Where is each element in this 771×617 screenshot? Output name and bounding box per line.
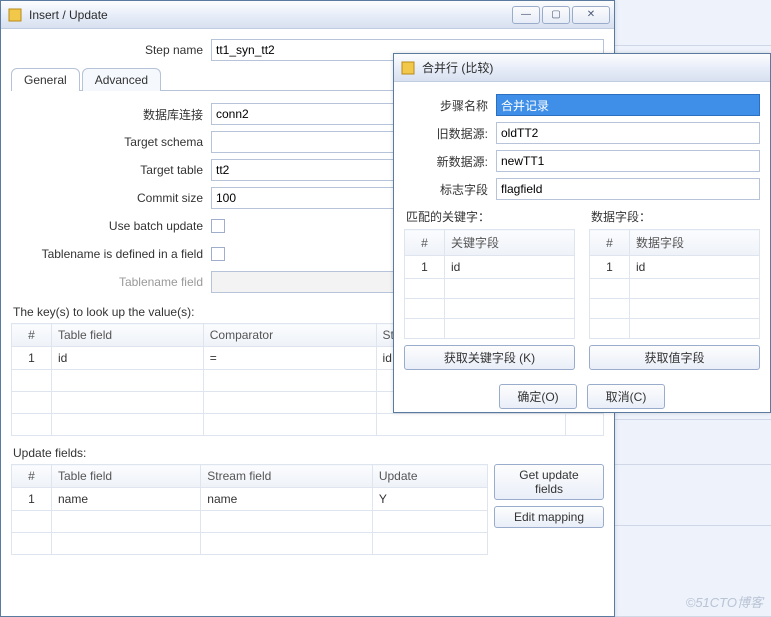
data-fields-label: 数据字段： (591, 208, 760, 225)
commit-size-label: Commit size (11, 191, 211, 205)
tablename-field-label: Tablename field (11, 275, 211, 289)
tablename-in-field-label: Tablename is defined in a field (11, 247, 211, 261)
match-col-keyfield[interactable]: 关键字段 (445, 230, 575, 256)
get-update-fields-button[interactable]: Get update fields (494, 464, 604, 500)
match-fields-label: 匹配的关键字： (406, 208, 575, 225)
table-row[interactable] (12, 511, 488, 533)
merge-step-name-label: 步骤名称 (404, 97, 496, 114)
old-src-input[interactable] (496, 122, 760, 144)
update-col-tablefield[interactable]: Table field (52, 465, 201, 488)
table-row[interactable] (590, 319, 760, 339)
update-col-update[interactable]: Update (372, 465, 487, 488)
maximize-button[interactable]: ▢ (542, 6, 570, 24)
key-col-comparator[interactable]: Comparator (203, 324, 376, 347)
flag-field-label: 标志字段 (404, 181, 496, 198)
table-row[interactable] (405, 319, 575, 339)
close-button[interactable]: ✕ (572, 6, 610, 24)
flag-field-input[interactable] (496, 178, 760, 200)
get-value-fields-button[interactable]: 获取值字段 (589, 345, 760, 370)
table-row[interactable]: 1 id (405, 256, 575, 279)
data-col-datafield[interactable]: 数据字段 (630, 230, 760, 256)
cancel-button[interactable]: 取消(C) (587, 384, 665, 409)
update-col-streamfield[interactable]: Stream field (201, 465, 373, 488)
table-row[interactable] (12, 533, 488, 555)
tablename-in-field-checkbox[interactable] (211, 247, 225, 261)
update-col-num[interactable]: # (12, 465, 52, 488)
insert-update-titlebar[interactable]: Insert / Update — ▢ ✕ (1, 1, 614, 29)
table-row[interactable] (590, 299, 760, 319)
ok-button[interactable]: 确定(O) (499, 384, 577, 409)
new-src-input[interactable] (496, 150, 760, 172)
match-col-num[interactable]: # (405, 230, 445, 256)
app-icon (400, 60, 416, 76)
tab-advanced[interactable]: Advanced (82, 68, 161, 91)
step-name-label: Step name (11, 43, 211, 57)
app-icon (7, 7, 23, 23)
key-col-tablefield[interactable]: Table field (52, 324, 204, 347)
data-col-num[interactable]: # (590, 230, 630, 256)
insert-update-title: Insert / Update (29, 8, 512, 22)
update-table[interactable]: # Table field Stream field Update 1 name… (11, 464, 488, 555)
merge-titlebar[interactable]: 合并行 (比较) (394, 54, 770, 82)
update-section-label: Update fields: (13, 446, 604, 460)
use-batch-label: Use batch update (11, 219, 211, 233)
merge-step-name-input[interactable] (496, 94, 760, 116)
table-row[interactable] (12, 414, 604, 436)
key-col-num[interactable]: # (12, 324, 52, 347)
minimize-button[interactable]: — (512, 6, 540, 24)
merge-title: 合并行 (比较) (422, 59, 766, 76)
target-schema-label: Target schema (11, 135, 211, 149)
watermark: ©51CTO博客 (686, 592, 763, 611)
merge-rows-window: 合并行 (比较) 步骤名称 旧数据源: 新数据源: 标志字段 匹配的关键字： (393, 53, 771, 413)
table-row[interactable] (405, 279, 575, 299)
new-src-label: 新数据源: (404, 153, 496, 170)
db-connection-label: 数据库连接 (11, 106, 211, 123)
table-row[interactable]: 1 id (590, 256, 760, 279)
match-table[interactable]: # 关键字段 1 id (404, 229, 575, 339)
table-row[interactable] (405, 299, 575, 319)
tab-general[interactable]: General (11, 68, 80, 91)
edit-mapping-button[interactable]: Edit mapping (494, 506, 604, 528)
table-row[interactable]: 1 name name Y (12, 488, 488, 511)
target-table-label: Target table (11, 163, 211, 177)
old-src-label: 旧数据源: (404, 125, 496, 142)
data-table[interactable]: # 数据字段 1 id (589, 229, 760, 339)
get-key-fields-button[interactable]: 获取关键字段 (K) (404, 345, 575, 370)
use-batch-checkbox[interactable] (211, 219, 225, 233)
table-row[interactable] (590, 279, 760, 299)
